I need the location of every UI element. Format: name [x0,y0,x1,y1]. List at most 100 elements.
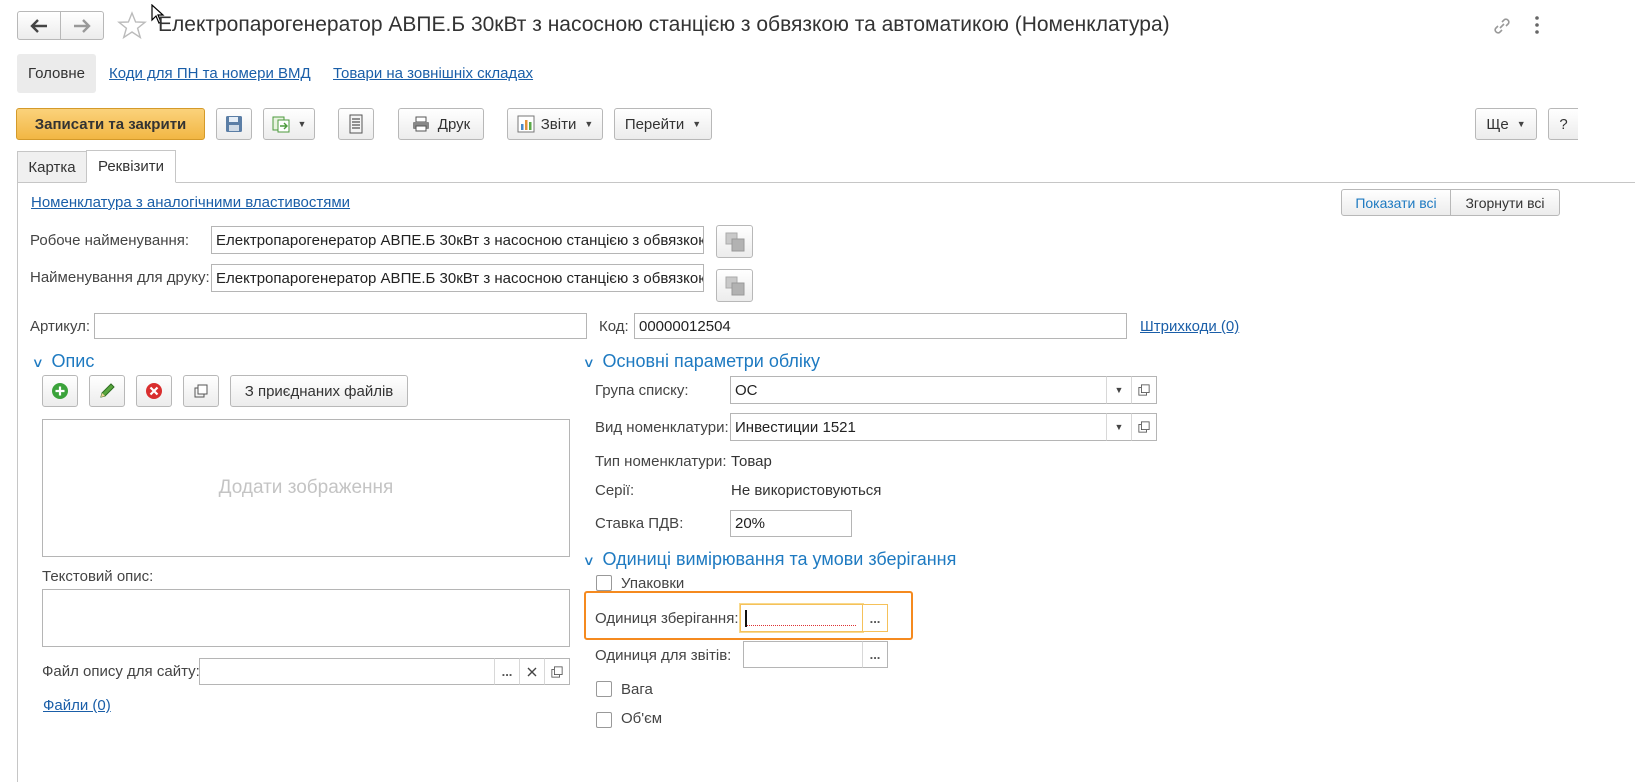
list-group-dropdown-button[interactable]: ▼ [1106,376,1132,404]
chevron-down-icon: ▼ [1114,385,1124,395]
save-and-close-button[interactable]: Записати та закрити [16,108,205,140]
document-list-button[interactable] [338,108,374,140]
report-unit-input[interactable] [743,641,863,668]
barcodes-link[interactable]: Штрихкоди (0) [1140,318,1239,335]
packages-label: Упаковки [621,575,685,592]
star-favorite-icon[interactable] [117,11,147,41]
files-link[interactable]: Файли (0) [43,697,111,714]
code-input[interactable]: 00000012504 [634,313,1127,339]
kind-dropdown-button[interactable]: ▼ [1106,413,1132,441]
ellipsis-label: ... [869,647,881,662]
site-file-open-button[interactable] [544,658,570,685]
open-window-icon [194,384,208,398]
chevron-down-icon: ▼ [584,119,594,129]
image-area[interactable]: Додати зображення [42,419,570,557]
accounting-section-title: Основні параметри обліку [602,351,820,371]
goto-button[interactable]: Перейти ▼ [614,108,712,140]
type-value: Товар [731,453,772,470]
vat-input[interactable]: 20% [730,510,852,537]
report-unit-select-button[interactable]: ... [862,641,888,668]
nav-tab-main[interactable]: Головне [17,54,96,93]
units-section-title: Одиниці вимірювання та умови зберігання [602,549,957,569]
print-button[interactable]: Друк [398,108,484,140]
site-file-clear-button[interactable] [519,658,545,685]
similar-nomenclature-link[interactable]: Номенклатура з аналогічними властивостям… [31,194,350,211]
storage-unit-select-button[interactable]: ... [862,604,888,632]
open-image-button[interactable] [183,375,219,407]
text-cursor [745,609,747,627]
list-group-label: Група списку: [595,382,689,399]
print-name-label: Найменування для друку: [30,269,210,286]
units-section-header[interactable]: ∨ Одиниці вимірювання та умови зберігання [583,549,957,570]
chevron-down-icon: ▼ [692,119,702,129]
tab-requisites[interactable]: Реквізити [86,150,176,183]
storage-unit-input[interactable] [740,604,863,632]
kind-input[interactable]: Инвестиции 1521 [730,413,1107,441]
chevron-down-icon: ∨ [582,355,595,370]
collapse-all-label: Згорнути всі [1465,194,1545,211]
print-name-translate-button[interactable] [716,269,753,302]
create-based-on-button[interactable]: ▼ [263,108,315,140]
chevron-down-icon: ▼ [1114,422,1124,432]
collapse-all-button[interactable]: Згорнути всі [1450,189,1560,216]
kind-value: Инвестиции 1521 [735,418,856,436]
text-description-textarea[interactable] [42,589,570,647]
attached-files-label: З приєднаних файлів [244,382,394,400]
site-file-input[interactable] [199,658,495,685]
back-button[interactable] [17,11,61,40]
nav-tab-external-warehouses[interactable]: Товари на зовнішніх складах [333,65,533,82]
link-icon[interactable] [1492,16,1512,36]
ellipsis-label: ... [869,610,881,626]
description-section-header[interactable]: ∨ Опис [32,351,95,372]
series-value: Не використовуються [731,482,882,499]
weight-checkbox[interactable] [596,681,612,697]
working-name-label: Робоче найменування: [30,232,190,249]
nav-tab-codes[interactable]: Коди для ПН та номери ВМД [109,65,311,82]
list-group-value: ОС [735,381,758,399]
packages-checkbox[interactable] [596,575,612,591]
list-group-input[interactable]: ОС [730,376,1107,404]
printer-icon [412,116,429,132]
more-vertical-icon[interactable] [1533,15,1541,35]
floppy-disk-icon [226,116,242,132]
list-group-open-button[interactable] [1131,376,1157,404]
arrow-left-icon [30,18,47,33]
chevron-down-icon: ▼ [1516,119,1526,129]
reports-button[interactable]: Звіти ▼ [507,108,603,140]
reports-label: Звіти [540,115,577,133]
translate-icon [725,232,744,251]
open-window-icon [551,665,563,678]
nav-tab-main-label: Головне [28,65,85,82]
input-underline [747,625,856,626]
article-input[interactable] [94,313,587,339]
description-section-title: Опис [51,351,95,371]
forward-button[interactable] [60,11,104,40]
show-all-button[interactable]: Показати всі [1341,189,1451,216]
add-image-button[interactable] [42,375,78,407]
storage-unit-label: Одиниця зберігання: [595,610,739,627]
accounting-section-header[interactable]: ∨ Основні параметри обліку [582,351,820,372]
add-image-placeholder: Додати зображення [218,477,394,498]
tab-card[interactable]: Картка [17,151,87,182]
help-button[interactable]: ? [1548,108,1578,140]
vat-label: Ставка ПДВ: [595,515,684,532]
working-name-value: Електропарогенератор АВПЕ.Б 30кВт з насо… [216,231,704,249]
type-label: Тип номенклатури: [595,453,727,470]
more-label: Ще [1486,115,1509,133]
print-name-input[interactable]: Електропарогенератор АВПЕ.Б 30кВт з насо… [211,264,704,292]
volume-checkbox[interactable] [596,712,612,728]
delete-image-button[interactable] [136,375,172,407]
site-file-select-button[interactable]: ... [494,658,520,685]
page-title: Електропарогенератор АВПЕ.Б 30кВт з насо… [158,13,1170,36]
kind-label: Вид номенклатури: [595,419,729,436]
working-name-translate-button[interactable] [716,225,753,258]
attached-files-button[interactable]: З приєднаних файлів [230,375,408,407]
series-label: Серії: [595,482,635,499]
kind-open-button[interactable] [1131,413,1157,441]
help-label: ? [1559,115,1568,133]
working-name-input[interactable]: Електропарогенератор АВПЕ.Б 30кВт з насо… [211,226,704,254]
save-button[interactable] [216,108,252,140]
report-chart-icon [517,115,535,133]
edit-image-button[interactable] [89,375,125,407]
more-button[interactable]: Ще ▼ [1475,108,1537,140]
